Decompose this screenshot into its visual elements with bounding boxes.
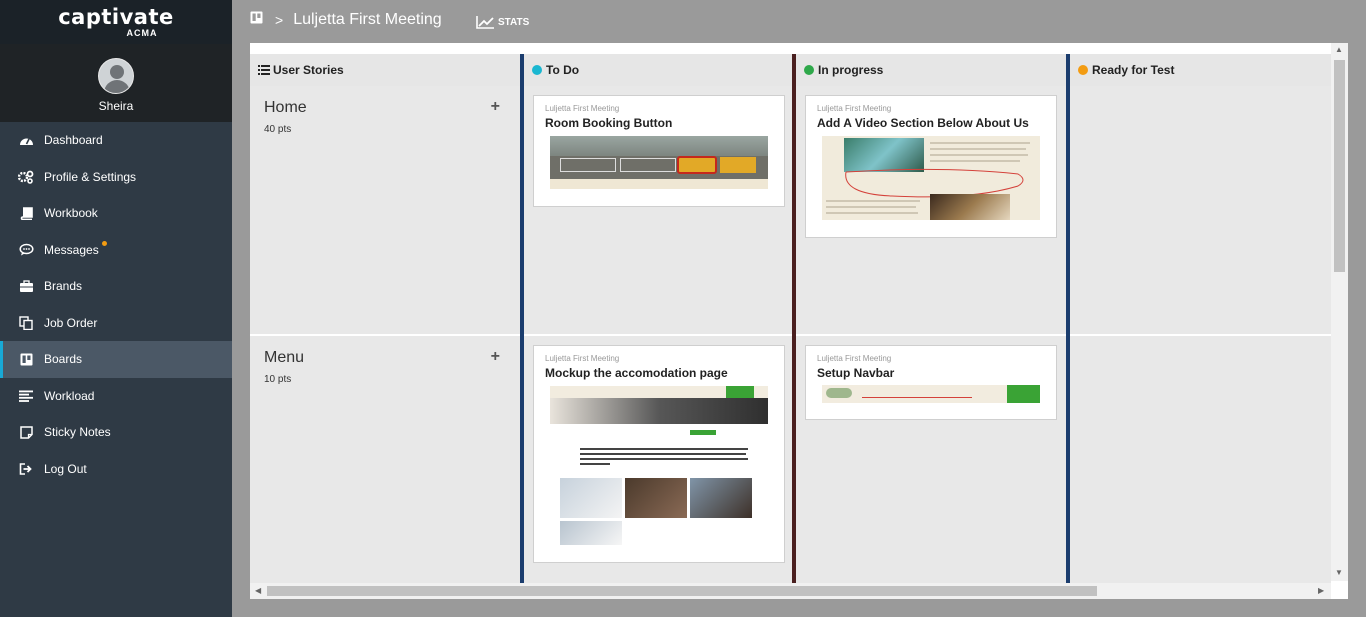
card-title: Setup Navbar <box>817 366 895 380</box>
scrollbar-thumb[interactable] <box>267 586 1097 596</box>
list-icon <box>18 389 34 403</box>
breadcrumb: > Luljetta First Meeting <box>250 11 442 29</box>
column-label: In progress <box>818 63 884 77</box>
sidebar-item-boards[interactable]: Boards <box>0 341 232 378</box>
sidebar-item-dashboard[interactable]: Dashboard <box>0 122 232 159</box>
story-title[interactable]: Home <box>264 99 307 117</box>
card-thumbnail <box>822 385 1040 403</box>
note-icon <box>18 425 34 439</box>
sidebar-item-workbook[interactable]: Workbook <box>0 195 232 232</box>
card-project: Luljetta First Meeting <box>545 104 620 113</box>
story-points: 40 pts <box>264 124 292 135</box>
status-dot <box>532 65 542 75</box>
card-project: Luljetta First Meeting <box>817 354 892 363</box>
status-dot <box>804 65 814 75</box>
sidebar-item-job-order[interactable]: Job Order <box>0 305 232 342</box>
notification-badge <box>101 241 107 247</box>
card-project: Luljetta First Meeting <box>545 354 620 363</box>
column-header-ready-for-test: Ready for Test <box>1070 54 1331 86</box>
sidebar-item-label: Profile & Settings <box>44 169 137 184</box>
chat-icon <box>18 243 34 257</box>
column-header-in-progress: In progress <box>796 54 1066 86</box>
scroll-left-icon[interactable]: ◀ <box>255 586 261 595</box>
sidebar-item-label: Dashboard <box>44 133 103 148</box>
topbar: > Luljetta First Meeting STATS <box>232 0 1366 44</box>
stats-button[interactable]: STATS <box>476 15 529 29</box>
sidebar-item-label: Job Order <box>44 315 98 330</box>
sidebar: captivate ACMA Sheira Dashboard Profile … <box>0 0 232 617</box>
card-title: Add A Video Section Below About Us <box>817 116 1029 130</box>
scroll-down-icon[interactable]: ▼ <box>1335 568 1343 577</box>
copy-icon <box>18 316 34 330</box>
breadcrumb-separator: > <box>275 12 284 28</box>
kanban-board: User Stories To Do In progress Ready for… <box>250 43 1348 599</box>
logo-text: captivate <box>58 5 174 29</box>
chart-line-icon <box>476 16 494 29</box>
scroll-right-icon[interactable]: ▶ <box>1318 586 1324 595</box>
card-title: Room Booking Button <box>545 116 673 130</box>
ready-for-test-cell <box>1070 336 1331 599</box>
status-dot <box>1078 65 1088 75</box>
trello-icon <box>18 352 34 366</box>
avatar[interactable] <box>98 58 134 94</box>
ready-for-test-cell <box>1070 86 1331 334</box>
board-icon[interactable] <box>250 11 263 29</box>
sidebar-item-profile-settings[interactable]: Profile & Settings <box>0 159 232 196</box>
add-task-button[interactable]: + <box>491 98 500 116</box>
logo[interactable]: captivate ACMA <box>0 0 232 44</box>
column-label: User Stories <box>273 63 344 77</box>
task-card[interactable]: Luljetta First Meeting Add A Video Secti… <box>805 95 1057 238</box>
book-icon <box>18 206 34 220</box>
dashboard-icon <box>18 133 34 147</box>
task-card[interactable]: Luljetta First Meeting Setup Navbar <box>805 345 1057 420</box>
card-project: Luljetta First Meeting <box>817 104 892 113</box>
task-card[interactable]: Luljetta First Meeting Room Booking Butt… <box>533 95 785 207</box>
sidebar-item-messages[interactable]: Messages <box>0 232 232 269</box>
user-profile[interactable]: Sheira <box>0 44 232 122</box>
card-thumbnail <box>822 136 1040 220</box>
column-header-user-stories: User Stories <box>250 54 520 86</box>
card-thumbnail <box>550 386 768 546</box>
column-label: Ready for Test <box>1092 63 1175 77</box>
gears-icon <box>18 170 34 184</box>
user-name: Sheira <box>98 99 134 113</box>
sidebar-item-label: Messages <box>44 242 99 257</box>
list-icon <box>258 65 270 75</box>
sidebar-item-log-out[interactable]: Log Out <box>0 451 232 488</box>
logo-subtext: ACMA <box>126 28 158 38</box>
sidebar-item-brands[interactable]: Brands <box>0 268 232 305</box>
sidebar-item-workload[interactable]: Workload <box>0 378 232 415</box>
page-title: Luljetta First Meeting <box>293 11 442 28</box>
briefcase-icon <box>18 279 34 293</box>
sidebar-item-label: Log Out <box>44 461 87 476</box>
scrollbar-thumb[interactable] <box>1334 60 1345 272</box>
story-points: 10 pts <box>264 374 292 385</box>
stats-label: STATS <box>498 16 530 28</box>
story-cell-home: Home 40 pts + <box>250 86 520 334</box>
card-title: Mockup the accomodation page <box>545 366 728 380</box>
sidebar-item-label: Workload <box>44 388 95 403</box>
sidebar-nav: Dashboard Profile & Settings Workbook Me… <box>0 122 232 487</box>
add-task-button[interactable]: + <box>491 348 500 366</box>
vertical-scrollbar[interactable]: ▲ ▼ <box>1331 43 1348 581</box>
sidebar-item-label: Boards <box>44 352 83 367</box>
sidebar-item-label: Sticky Notes <box>44 425 111 440</box>
task-card[interactable]: Luljetta First Meeting Mockup the accomo… <box>533 345 785 563</box>
card-thumbnail <box>550 136 768 189</box>
horizontal-scrollbar[interactable]: ◀ ▶ <box>250 583 1331 599</box>
story-title[interactable]: Menu <box>264 349 304 367</box>
column-label: To Do <box>546 63 580 77</box>
column-header-todo: To Do <box>524 54 792 86</box>
sidebar-item-sticky-notes[interactable]: Sticky Notes <box>0 414 232 451</box>
sign-out-icon <box>18 462 34 476</box>
sidebar-item-label: Workbook <box>44 206 98 221</box>
scroll-up-icon[interactable]: ▲ <box>1335 45 1343 54</box>
story-cell-menu: Menu 10 pts + <box>250 336 520 599</box>
sidebar-item-label: Brands <box>44 279 83 294</box>
